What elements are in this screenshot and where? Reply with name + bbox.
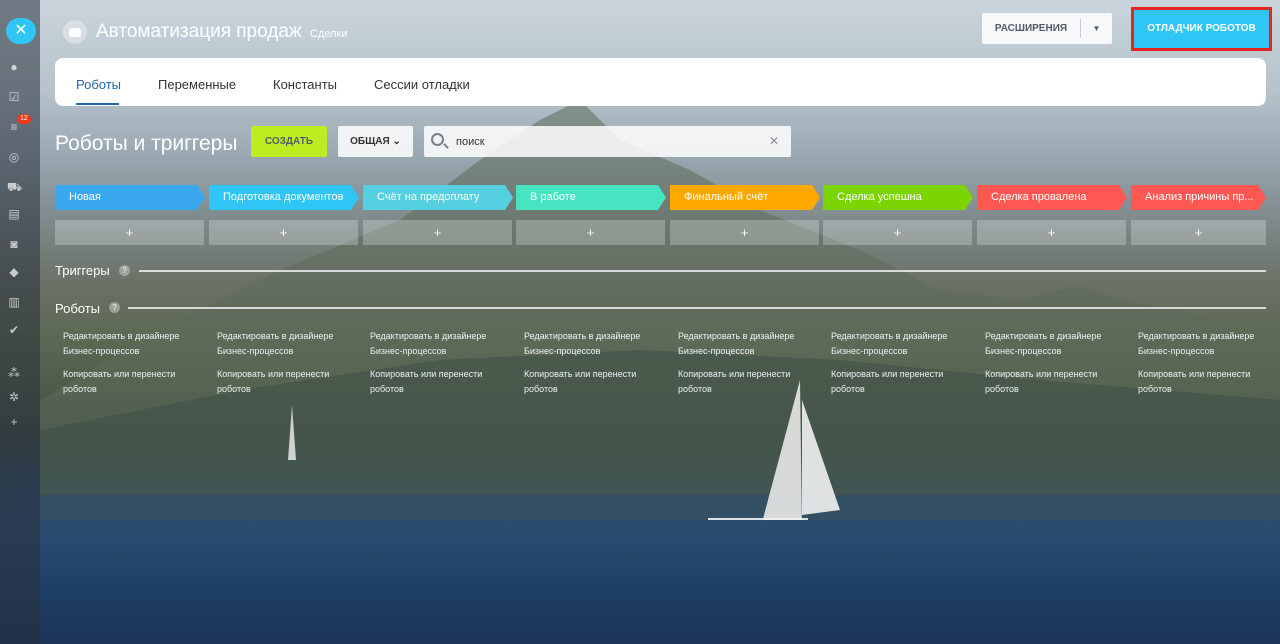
category-filter-label: ОБЩАЯ xyxy=(350,136,390,147)
chevron-down-icon: ⌄ xyxy=(392,136,401,147)
triggers-label: Триггеры xyxy=(55,263,110,278)
stage-loss-analysis[interactable]: Анализ причины пр... xyxy=(1131,185,1266,210)
copy-move-robots-link[interactable]: Копировать или перенести роботов xyxy=(524,367,664,397)
add-trigger-button[interactable]: + xyxy=(977,220,1126,245)
section-title: Роботы и триггеры xyxy=(55,132,238,155)
left-sidebar: ✕ ● ☑ ≡ 12 ◎ ⛟ ▤ ◙ ◆ ▥ ✔ ⁂ ✲ + xyxy=(0,0,40,644)
search-input[interactable] xyxy=(456,126,756,157)
copy-move-robots-link[interactable]: Копировать или перенести роботов xyxy=(63,367,203,397)
page-title: Автоматизация продаж xyxy=(96,21,302,42)
active-tab-underline xyxy=(76,103,119,105)
gear-icon[interactable]: ✲ xyxy=(7,390,21,404)
robots-divider xyxy=(128,307,1266,309)
page-subtitle: Сделки xyxy=(310,28,348,40)
sitemap-icon[interactable]: ⁂ xyxy=(7,366,21,380)
sidebar-counter-badge: 12 xyxy=(17,114,31,124)
stage-new[interactable]: Новая xyxy=(55,185,205,210)
add-trigger-button[interactable]: + xyxy=(823,220,972,245)
copy-move-robots-link[interactable]: Копировать или перенести роботов xyxy=(1138,367,1266,397)
copy-move-robots-link[interactable]: Копировать или перенести роботов xyxy=(217,367,357,397)
tasks-icon[interactable]: ☑ xyxy=(7,90,21,104)
copy-move-robots-link[interactable]: Копировать или перенести роботов xyxy=(370,367,510,397)
category-filter-button[interactable]: ОБЩАЯ ⌄ xyxy=(338,126,413,157)
extensions-button[interactable]: РАСШИРЕНИЯ ▼ xyxy=(982,13,1112,44)
building-icon[interactable]: ▥ xyxy=(7,295,21,309)
edit-in-bp-designer-link[interactable]: Редактировать в дизайнере Бизнес-процесс… xyxy=(1138,329,1266,359)
box-icon[interactable]: ◆ xyxy=(7,265,21,279)
robot-debugger-button[interactable]: ОТЛАДЧИК РОБОТОВ xyxy=(1131,7,1272,51)
add-trigger-button[interactable]: + xyxy=(516,220,665,245)
chevron-down-icon[interactable]: ▼ xyxy=(1081,24,1112,33)
add-trigger-button[interactable]: + xyxy=(363,220,512,245)
extensions-button-label: РАСШИРЕНИЯ xyxy=(994,23,1068,34)
copy-move-robots-link[interactable]: Копировать или перенести роботов xyxy=(678,367,818,397)
edit-in-bp-designer-link[interactable]: Редактировать в дизайнере Бизнес-процесс… xyxy=(985,329,1125,359)
feed-icon[interactable]: ● xyxy=(7,60,21,74)
edit-in-bp-designer-link[interactable]: Редактировать в дизайнере Бизнес-процесс… xyxy=(678,329,818,359)
stage-final-invoice[interactable]: Финальный счёт xyxy=(670,185,820,210)
copy-move-robots-link[interactable]: Копировать или перенести роботов xyxy=(831,367,971,397)
tab-variables[interactable]: Переменные xyxy=(158,77,236,92)
stage-in-progress[interactable]: В работе xyxy=(516,185,666,210)
stage-prepayment-invoice[interactable]: Счёт на предоплату xyxy=(363,185,513,210)
add-trigger-button[interactable]: + xyxy=(209,220,358,245)
background-landscape xyxy=(40,100,1280,520)
close-slider-button[interactable]: ✕ xyxy=(6,18,36,44)
add-trigger-button[interactable]: + xyxy=(55,220,204,245)
edit-in-bp-designer-link[interactable]: Редактировать в дизайнере Бизнес-процесс… xyxy=(217,329,357,359)
triggers-divider xyxy=(139,270,1266,272)
tab-debug-sessions[interactable]: Сессии отладки xyxy=(374,77,470,92)
robot-icon[interactable]: ◙ xyxy=(7,237,21,251)
cart-icon[interactable]: ⛟ xyxy=(7,180,22,194)
stage-deal-won[interactable]: Сделка успешна xyxy=(823,185,973,210)
edit-in-bp-designer-link[interactable]: Редактировать в дизайнере Бизнес-процесс… xyxy=(63,329,203,359)
robot-debugger-label: ОТЛАДЧИК РОБОТОВ xyxy=(1147,23,1256,34)
tabs-panel: Роботы Переменные Константы Сессии отлад… xyxy=(55,58,1266,106)
stage-deal-lost[interactable]: Сделка провалена xyxy=(977,185,1127,210)
contact-card-icon[interactable]: ▤ xyxy=(7,207,21,221)
target-icon[interactable]: ◎ xyxy=(7,150,21,164)
search-icon xyxy=(431,133,444,146)
check-circle-icon[interactable]: ✔ xyxy=(7,323,21,337)
tab-robots[interactable]: Роботы xyxy=(76,77,121,92)
add-trigger-button[interactable]: + xyxy=(1131,220,1266,245)
robot-app-icon xyxy=(63,20,87,44)
robots-label: Роботы xyxy=(55,301,101,316)
edit-in-bp-designer-link[interactable]: Редактировать в дизайнере Бизнес-процесс… xyxy=(831,329,971,359)
edit-in-bp-designer-link[interactable]: Редактировать в дизайнере Бизнес-процесс… xyxy=(370,329,510,359)
help-icon[interactable]: ? xyxy=(119,265,130,276)
create-button[interactable]: СОЗДАТЬ xyxy=(251,126,327,157)
copy-move-robots-link[interactable]: Копировать или перенести роботов xyxy=(985,367,1125,397)
stage-doc-prep[interactable]: Подготовка документов xyxy=(209,185,359,210)
tab-constants[interactable]: Константы xyxy=(273,77,337,92)
help-icon[interactable]: ? xyxy=(109,302,120,313)
search-box: ✕ xyxy=(424,126,791,157)
edit-in-bp-designer-link[interactable]: Редактировать в дизайнере Бизнес-процесс… xyxy=(524,329,664,359)
add-trigger-button[interactable]: + xyxy=(670,220,819,245)
clear-search-icon[interactable]: ✕ xyxy=(769,134,779,148)
plus-icon[interactable]: + xyxy=(7,415,21,429)
